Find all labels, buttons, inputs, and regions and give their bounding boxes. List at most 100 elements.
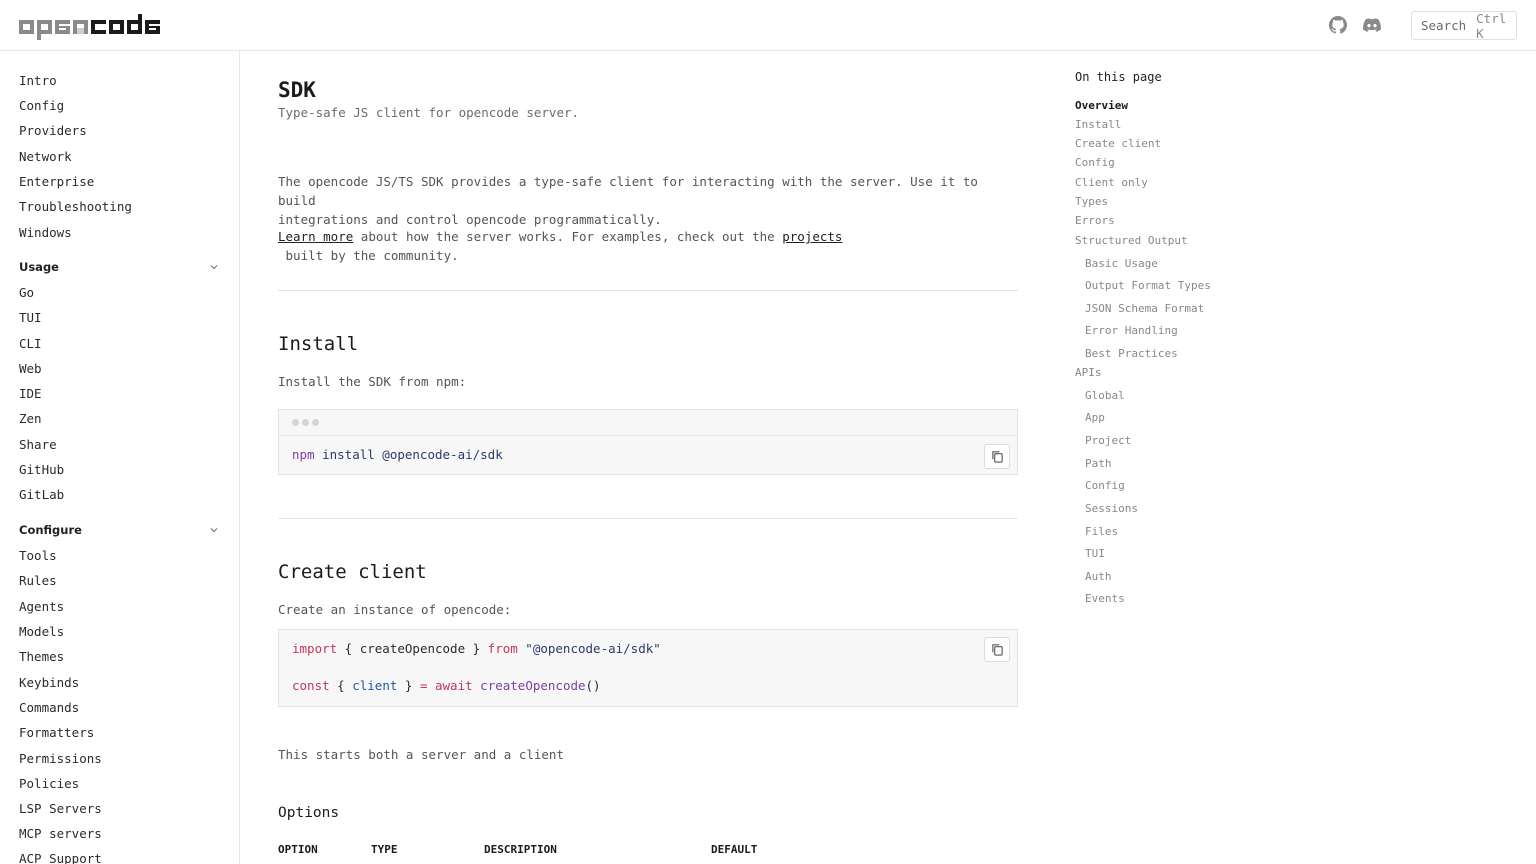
section-divider [278, 290, 1018, 291]
toc-item-tui[interactable]: TUI [1085, 547, 1105, 560]
sidebar-item-themes[interactable]: Themes [19, 649, 64, 664]
sidebar-item-windows[interactable]: Windows [19, 225, 72, 240]
page-title: SDK [278, 78, 316, 102]
toc-item-create-client[interactable]: Create client [1075, 137, 1161, 150]
opencode-logo[interactable] [19, 13, 163, 40]
install-code-line: npm install @opencode-ai/sdk [292, 447, 503, 462]
top-header: Search Ctrl K [0, 0, 1536, 51]
sidebar-item-permissions[interactable]: Permissions [19, 751, 102, 766]
sidebar-item-network[interactable]: Network [19, 149, 72, 164]
toc-item-json-schema-format[interactable]: JSON Schema Format [1085, 302, 1204, 315]
copy-button[interactable] [984, 637, 1010, 662]
code-text: { [329, 678, 353, 693]
chevron-down-icon [210, 265, 218, 270]
sidebar-item-troubleshooting[interactable]: Troubleshooting [19, 199, 132, 214]
toc-item-sessions[interactable]: Sessions [1085, 502, 1138, 515]
sidebar-item-keybinds[interactable]: Keybinds [19, 675, 79, 690]
toc-item-files[interactable]: Files [1085, 525, 1118, 538]
sidebar-item-web[interactable]: Web [19, 361, 42, 376]
table-header-type: TYPE [371, 843, 398, 856]
code-keyword: await [427, 678, 473, 693]
code-args: install @opencode-ai/sdk [314, 447, 503, 462]
projects-link[interactable]: projects [782, 229, 842, 244]
sidebar-item-formatters[interactable]: Formatters [19, 725, 94, 740]
toc-item-config[interactable]: Config [1075, 156, 1115, 169]
sidebar-item-ide[interactable]: IDE [19, 386, 42, 401]
sidebar-item-zen[interactable]: Zen [19, 411, 42, 426]
code-text: { createOpencode } [337, 641, 488, 656]
toc-item-client-only[interactable]: Client only [1075, 176, 1148, 189]
toc-item-config-api[interactable]: Config [1085, 479, 1125, 492]
sidebar-item-cli[interactable]: CLI [19, 336, 42, 351]
copy-button[interactable] [984, 444, 1010, 469]
search-label: Search [1421, 18, 1467, 33]
sidebar-item-gitlab[interactable]: GitLab [19, 487, 64, 502]
sidebar-group-configure[interactable]: Configure [19, 523, 219, 537]
copy-icon [991, 644, 1003, 656]
toc-item-apis[interactable]: APIs [1075, 366, 1102, 379]
sidebar-item-models[interactable]: Models [19, 624, 64, 639]
copy-icon [991, 451, 1003, 463]
sidebar-item-rules[interactable]: Rules [19, 573, 57, 588]
sidebar-item-acp-support[interactable]: ACP Support [19, 851, 102, 864]
sidebar-item-intro[interactable]: Intro [19, 73, 57, 88]
sidebar-item-lsp-servers[interactable]: LSP Servers [19, 801, 102, 816]
code-text: } [397, 678, 420, 693]
learn-more-link[interactable]: Learn more [278, 229, 353, 244]
toc-item-structured-output[interactable]: Structured Output [1075, 234, 1188, 247]
toc-item-error-handling[interactable]: Error Handling [1085, 324, 1178, 337]
code-keyword: from [487, 641, 518, 656]
learn-more-text: about how the server works. For examples… [353, 229, 783, 244]
logo-glyphs [19, 14, 160, 40]
toc-item-events[interactable]: Events [1085, 592, 1125, 605]
toc-title: On this page [1075, 70, 1162, 84]
code-keyword: import [292, 641, 338, 656]
sidebar-item-tui[interactable]: TUI [19, 310, 42, 325]
github-icon[interactable] [1329, 16, 1347, 34]
sidebar-item-share[interactable]: Share [19, 437, 57, 452]
sidebar-item-providers[interactable]: Providers [19, 123, 87, 138]
toc-item-output-format-types[interactable]: Output Format Types [1085, 279, 1211, 292]
options-heading: Options [278, 805, 340, 821]
sidebar-item-commands[interactable]: Commands [19, 700, 79, 715]
toc-item-project[interactable]: Project [1085, 434, 1131, 447]
toc-item-errors[interactable]: Errors [1075, 214, 1115, 227]
toc-item-basic-usage[interactable]: Basic Usage [1085, 257, 1158, 270]
toc-item-install[interactable]: Install [1075, 118, 1121, 131]
sidebar-item-policies[interactable]: Policies [19, 776, 79, 791]
learn-more-paragraph: Learn more about how the server works. F… [278, 227, 1018, 265]
chevron-down-icon [210, 528, 218, 533]
sidebar-item-enterprise[interactable]: Enterprise [19, 174, 94, 189]
discord-icon[interactable] [1363, 16, 1381, 34]
toc-item-global[interactable]: Global [1085, 389, 1125, 402]
sidebar-item-config[interactable]: Config [19, 98, 64, 113]
window-dot [302, 419, 309, 426]
sidebar-group-usage[interactable]: Usage [19, 260, 219, 274]
code-command: npm [292, 447, 315, 462]
code-line-const: const { client } = await createOpencode(… [292, 678, 601, 693]
sidebar-item-tools[interactable]: Tools [19, 548, 57, 563]
sidebar-item-go[interactable]: Go [19, 285, 34, 300]
sidebar-group-label: Configure [19, 523, 82, 537]
code-variable: client [352, 678, 398, 693]
search-button[interactable]: Search Ctrl K [1411, 11, 1517, 41]
sidebar-item-mcp-servers[interactable]: MCP servers [19, 826, 102, 841]
toc-item-auth[interactable]: Auth [1085, 570, 1112, 583]
section-divider [278, 518, 1018, 519]
window-dot [292, 419, 299, 426]
install-heading: Install [278, 333, 359, 355]
create-client-code-block: import { createOpencode } from "@opencod… [278, 629, 1018, 707]
code-keyword: const [292, 678, 330, 693]
code-function: createOpencode [472, 678, 586, 693]
toc-item-types[interactable]: Types [1075, 195, 1108, 208]
learn-more-end-text: built by the community. [278, 248, 459, 263]
create-client-text: Create an instance of opencode: [278, 602, 512, 617]
toc-item-overview[interactable]: Overview [1075, 99, 1128, 112]
toc-item-best-practices[interactable]: Best Practices [1085, 347, 1178, 360]
sidebar-item-agents[interactable]: Agents [19, 599, 64, 614]
toc-item-app[interactable]: App [1085, 411, 1105, 424]
sidebar-item-github[interactable]: GitHub [19, 462, 64, 477]
table-header-option: OPTION [278, 843, 318, 856]
toc-item-path[interactable]: Path [1085, 457, 1112, 470]
sidebar-group-label: Usage [19, 260, 59, 274]
